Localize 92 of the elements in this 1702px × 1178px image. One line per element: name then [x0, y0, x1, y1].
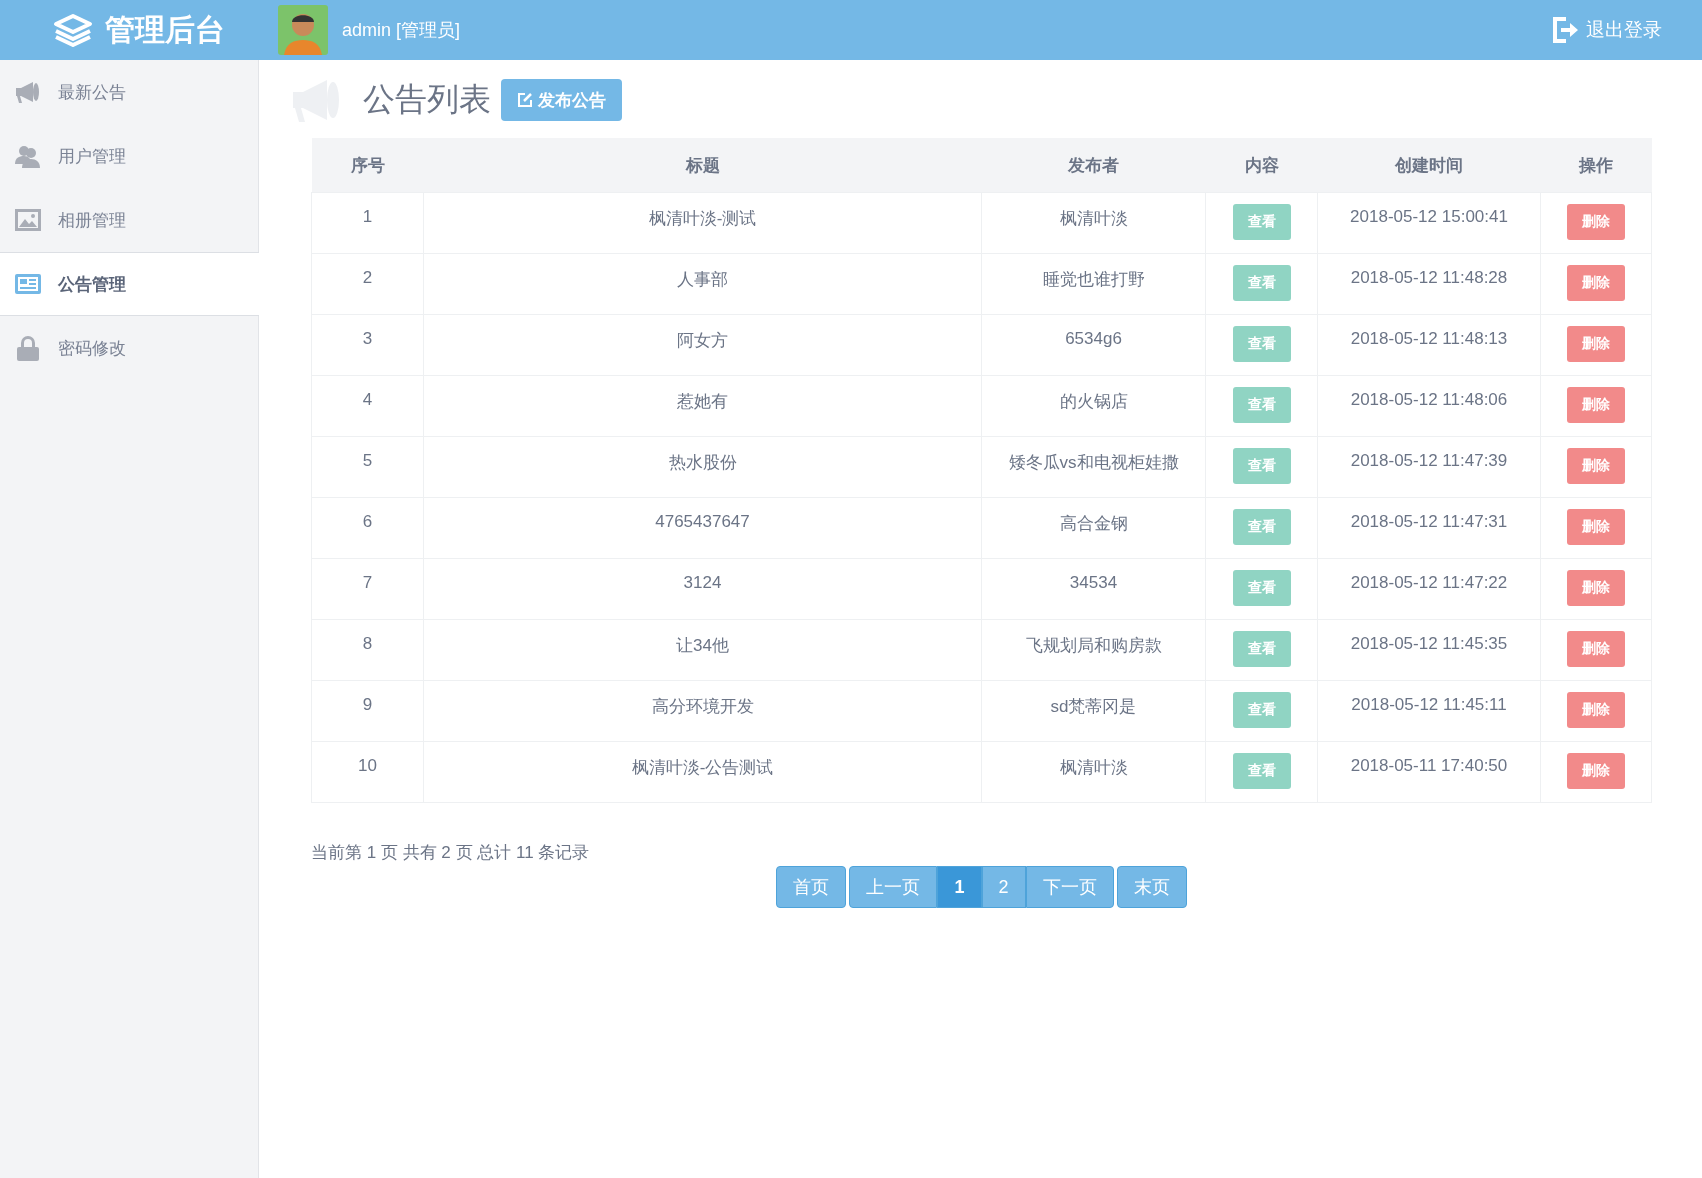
- next-page-button[interactable]: 下一页: [1025, 866, 1114, 908]
- column-header: 序号: [311, 138, 424, 193]
- view-button[interactable]: 查看: [1232, 204, 1291, 240]
- layers-icon: [53, 13, 93, 47]
- first-page-button[interactable]: 首页: [776, 866, 847, 908]
- table-cell: 2018-05-12 15:00:41: [1317, 192, 1541, 254]
- table-cell: 热水股份: [423, 436, 982, 498]
- megaphone-icon: [14, 80, 42, 104]
- view-button[interactable]: 查看: [1232, 753, 1291, 789]
- column-header: 标题: [423, 138, 982, 193]
- delete-button[interactable]: 删除: [1567, 570, 1625, 606]
- avatar-icon[interactable]: [278, 5, 328, 55]
- column-header: 创建时间: [1317, 138, 1541, 193]
- table-cell: 3: [311, 314, 424, 376]
- table-cell: 2018-05-12 11:48:13: [1317, 314, 1541, 376]
- table-cell: 2018-05-12 11:47:39: [1317, 436, 1541, 498]
- table-cell: 6: [311, 497, 424, 559]
- table-cell: 6534g6: [981, 314, 1206, 376]
- edit-icon: [517, 92, 533, 108]
- table-cell: 矮冬瓜vs和电视柜娃撒: [981, 436, 1206, 498]
- table-cell: 2: [311, 253, 424, 315]
- table-cell: 枫清叶淡-公告测试: [423, 741, 982, 803]
- logout-link[interactable]: 退出登录: [1552, 16, 1662, 44]
- table-cell: 2018-05-12 11:48:06: [1317, 375, 1541, 437]
- delete-button[interactable]: 删除: [1567, 448, 1625, 484]
- delete-button[interactable]: 删除: [1567, 326, 1625, 362]
- table-cell: 7: [311, 558, 424, 620]
- table-cell: 5: [311, 436, 424, 498]
- table-cell: 枫清叶淡-测试: [423, 192, 982, 254]
- view-button[interactable]: 查看: [1232, 265, 1291, 301]
- view-button[interactable]: 查看: [1232, 692, 1291, 728]
- delete-button[interactable]: 删除: [1567, 753, 1625, 789]
- table-cell: 2018-05-12 11:48:28: [1317, 253, 1541, 315]
- view-button[interactable]: 查看: [1232, 570, 1291, 606]
- table-cell: 2018-05-12 11:47:31: [1317, 497, 1541, 559]
- table-cell: 飞规划局和购房款: [981, 619, 1206, 681]
- brand-title: 管理后台: [105, 11, 225, 48]
- sidebar-item[interactable]: 密码修改: [0, 316, 258, 380]
- delete-button[interactable]: 删除: [1567, 631, 1625, 667]
- delete-button[interactable]: 删除: [1567, 387, 1625, 423]
- delete-button[interactable]: 删除: [1567, 204, 1625, 240]
- table-cell: 2018-05-12 11:47:22: [1317, 558, 1541, 620]
- page-button[interactable]: 2: [981, 866, 1026, 908]
- table-cell: 4765437647: [423, 497, 982, 559]
- last-page-button[interactable]: 末页: [1116, 866, 1187, 908]
- column-header: 发布者: [981, 138, 1206, 193]
- sidebar-item[interactable]: 相册管理: [0, 188, 258, 252]
- table-cell: 枫清叶淡: [981, 192, 1206, 254]
- view-button[interactable]: 查看: [1232, 631, 1291, 667]
- table-cell: 阿女方: [423, 314, 982, 376]
- table-cell: 2018-05-12 11:45:11: [1317, 680, 1541, 742]
- view-button[interactable]: 查看: [1232, 448, 1291, 484]
- table-cell: 2018-05-11 17:40:50: [1317, 741, 1541, 803]
- table-cell: 高合金钢: [981, 497, 1206, 559]
- view-button[interactable]: 查看: [1232, 387, 1291, 423]
- logout-icon: [1552, 16, 1580, 44]
- table-cell: 4: [311, 375, 424, 437]
- sidebar-item[interactable]: 用户管理: [0, 124, 258, 188]
- table-cell: 8: [311, 619, 424, 681]
- table-cell: 人事部: [423, 253, 982, 315]
- table-cell: 9: [311, 680, 424, 742]
- table-cell: 10: [311, 741, 424, 803]
- page-button[interactable]: 1: [937, 866, 982, 908]
- prev-page-button[interactable]: 上一页: [849, 866, 938, 908]
- table-cell: 1: [311, 192, 424, 254]
- delete-button[interactable]: 删除: [1567, 265, 1625, 301]
- newspaper-icon: [14, 272, 42, 296]
- page-title: 公告列表: [363, 80, 491, 119]
- column-header: 内容: [1205, 138, 1318, 193]
- table-cell: 3124: [423, 558, 982, 620]
- users-icon: [14, 144, 42, 168]
- sidebar-item[interactable]: 公告管理: [0, 252, 259, 316]
- view-button[interactable]: 查看: [1232, 509, 1291, 545]
- lock-icon: [14, 335, 42, 361]
- sidebar-item[interactable]: 最新公告: [0, 60, 258, 124]
- page-summary: 当前第 1 页 共有 2 页 总计 11 条记录: [311, 842, 591, 864]
- table-cell: 34534: [981, 558, 1206, 620]
- delete-button[interactable]: 删除: [1567, 509, 1625, 545]
- image-icon: [14, 208, 42, 232]
- table-cell: 惹她有: [423, 375, 982, 437]
- table-cell: sd梵蒂冈是: [981, 680, 1206, 742]
- user-name: admin [管理员]: [342, 19, 461, 42]
- column-header: 操作: [1540, 138, 1652, 193]
- table-cell: 睡觉也谁打野: [981, 253, 1206, 315]
- publish-button[interactable]: 发布公告: [501, 79, 622, 121]
- table-cell: 枫清叶淡: [981, 741, 1206, 803]
- table-cell: 高分环境开发: [423, 680, 982, 742]
- table-cell: 让34他: [423, 619, 982, 681]
- table-cell: 2018-05-12 11:45:35: [1317, 619, 1541, 681]
- view-button[interactable]: 查看: [1232, 326, 1291, 362]
- delete-button[interactable]: 删除: [1567, 692, 1625, 728]
- table-cell: 的火锅店: [981, 375, 1206, 437]
